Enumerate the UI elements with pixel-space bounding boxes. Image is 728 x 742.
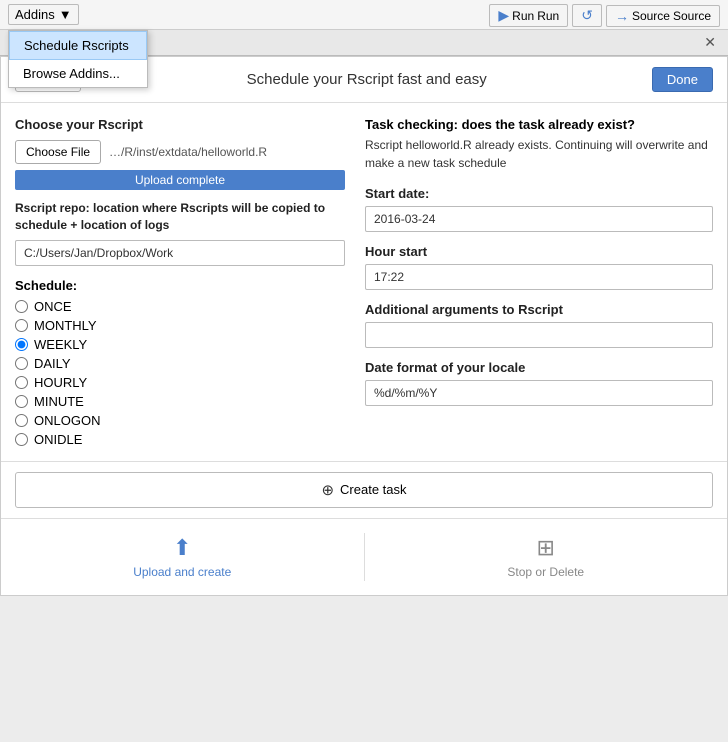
create-task-button[interactable]: ⊕ Create task	[15, 472, 713, 508]
date-format-label: Date format of your locale	[365, 360, 713, 375]
schedule-minute[interactable]: MINUTE	[15, 394, 345, 409]
schedule-onlogon-label: ONLOGON	[34, 413, 100, 428]
schedule-minute-radio[interactable]	[15, 395, 28, 408]
schedule-weekly[interactable]: WEEKLY	[15, 337, 345, 352]
stop-label: Stop or Delete	[507, 565, 584, 579]
schedule-minute-label: MINUTE	[34, 394, 84, 409]
dropdown-item-browse[interactable]: Browse Addins...	[9, 60, 147, 87]
dialog-footer: ⊕ Create task	[1, 461, 727, 518]
schedule-onidle-radio[interactable]	[15, 433, 28, 446]
task-check-text: Rscript helloworld.R already exists. Con…	[365, 136, 713, 172]
stop-delete-button[interactable]: ⊞ Stop or Delete	[365, 529, 728, 585]
source-label: Source	[632, 9, 670, 23]
schedule-onlogon[interactable]: ONLOGON	[15, 413, 345, 428]
hour-start-input[interactable]	[365, 264, 713, 290]
schedule-daily-label: DAILY	[34, 356, 71, 371]
upload-label: Upload and create	[133, 565, 231, 579]
schedule-once[interactable]: ONCE	[15, 299, 345, 314]
reload-icon: ↺	[581, 7, 593, 24]
menu-bar: Addins ▼ Schedule Rscripts Browse Addins…	[0, 0, 728, 30]
schedule-onidle-label: ONIDLE	[34, 432, 82, 447]
schedule-onidle[interactable]: ONIDLE	[15, 432, 345, 447]
additional-args-label: Additional arguments to Rscript	[365, 302, 713, 317]
reload-button[interactable]: ↺	[572, 4, 602, 27]
source-button[interactable]: → Source Source	[606, 5, 720, 27]
source-text: Source	[673, 9, 711, 23]
schedule-weekly-label: WEEKLY	[34, 337, 87, 352]
right-panel: Task checking: does the task already exi…	[365, 117, 713, 447]
run-text: Run	[537, 9, 559, 23]
schedule-label: Schedule:	[15, 278, 345, 293]
grid-icon: ⊞	[537, 535, 555, 561]
repo-label: Rscript repo: location where Rscripts wi…	[15, 200, 345, 234]
upload-icon: ⬆	[173, 535, 191, 561]
choose-rscript-label: Choose your Rscript	[15, 117, 345, 132]
start-date-input[interactable]	[365, 206, 713, 232]
dropdown-arrow-icon: ▼	[59, 7, 72, 22]
schedule-once-label: ONCE	[34, 299, 72, 314]
schedule-monthly-radio[interactable]	[15, 319, 28, 332]
schedule-radio-group: ONCE MONTHLY WEEKLY DAILY HOURLY	[15, 299, 345, 447]
upload-create-button[interactable]: ⬆ Upload and create	[1, 529, 364, 585]
dialog-body: Choose your Rscript Choose File …/R/inst…	[1, 103, 727, 461]
run-label: Run	[512, 9, 534, 23]
dialog-title: Schedule your Rscript fast and easy	[247, 71, 487, 88]
schedule-monthly-label: MONTHLY	[34, 318, 97, 333]
addins-dropdown: Schedule Rscripts Browse Addins...	[8, 30, 148, 88]
schedule-weekly-radio[interactable]	[15, 338, 28, 351]
dropdown-item-schedule[interactable]: Schedule Rscripts	[9, 31, 147, 60]
source-arrow-icon: →	[615, 8, 629, 24]
file-chooser-row: Choose File …/R/inst/extdata/helloworld.…	[15, 140, 345, 164]
schedule-hourly[interactable]: HOURLY	[15, 375, 345, 390]
additional-args-input[interactable]	[365, 322, 713, 348]
done-button[interactable]: Done	[652, 67, 713, 92]
schedule-hourly-radio[interactable]	[15, 376, 28, 389]
run-icon: ▶	[498, 7, 509, 24]
upload-progress-bar: Upload complete	[15, 170, 345, 190]
bottom-actions: ⬆ Upload and create ⊞ Stop or Delete	[1, 518, 727, 595]
start-date-label: Start date:	[365, 186, 713, 201]
schedule-onlogon-radio[interactable]	[15, 414, 28, 427]
left-panel: Choose your Rscript Choose File …/R/inst…	[15, 117, 345, 447]
dialog: Cancel Schedule your Rscript fast and ea…	[0, 56, 728, 596]
schedule-monthly[interactable]: MONTHLY	[15, 318, 345, 333]
file-path: …/R/inst/extdata/helloworld.R	[109, 145, 267, 159]
run-button[interactable]: ▶ Run Run	[489, 4, 568, 27]
schedule-daily-radio[interactable]	[15, 357, 28, 370]
date-format-input[interactable]	[365, 380, 713, 406]
create-task-label: Create task	[340, 482, 406, 497]
task-check-title: Task checking: does the task already exi…	[365, 117, 713, 132]
schedule-daily[interactable]: DAILY	[15, 356, 345, 371]
repo-path-input[interactable]	[15, 240, 345, 266]
hour-start-label: Hour start	[365, 244, 713, 259]
schedule-hourly-label: HOURLY	[34, 375, 87, 390]
addins-label: Addins	[15, 7, 55, 22]
addins-menu[interactable]: Addins ▼	[8, 4, 79, 25]
choose-file-button[interactable]: Choose File	[15, 140, 101, 164]
schedule-once-radio[interactable]	[15, 300, 28, 313]
close-button[interactable]: ✕	[700, 34, 720, 51]
create-task-icon: ⊕	[321, 481, 334, 499]
right-toolbar: ▶ Run Run ↺ → Source Source	[489, 4, 720, 27]
